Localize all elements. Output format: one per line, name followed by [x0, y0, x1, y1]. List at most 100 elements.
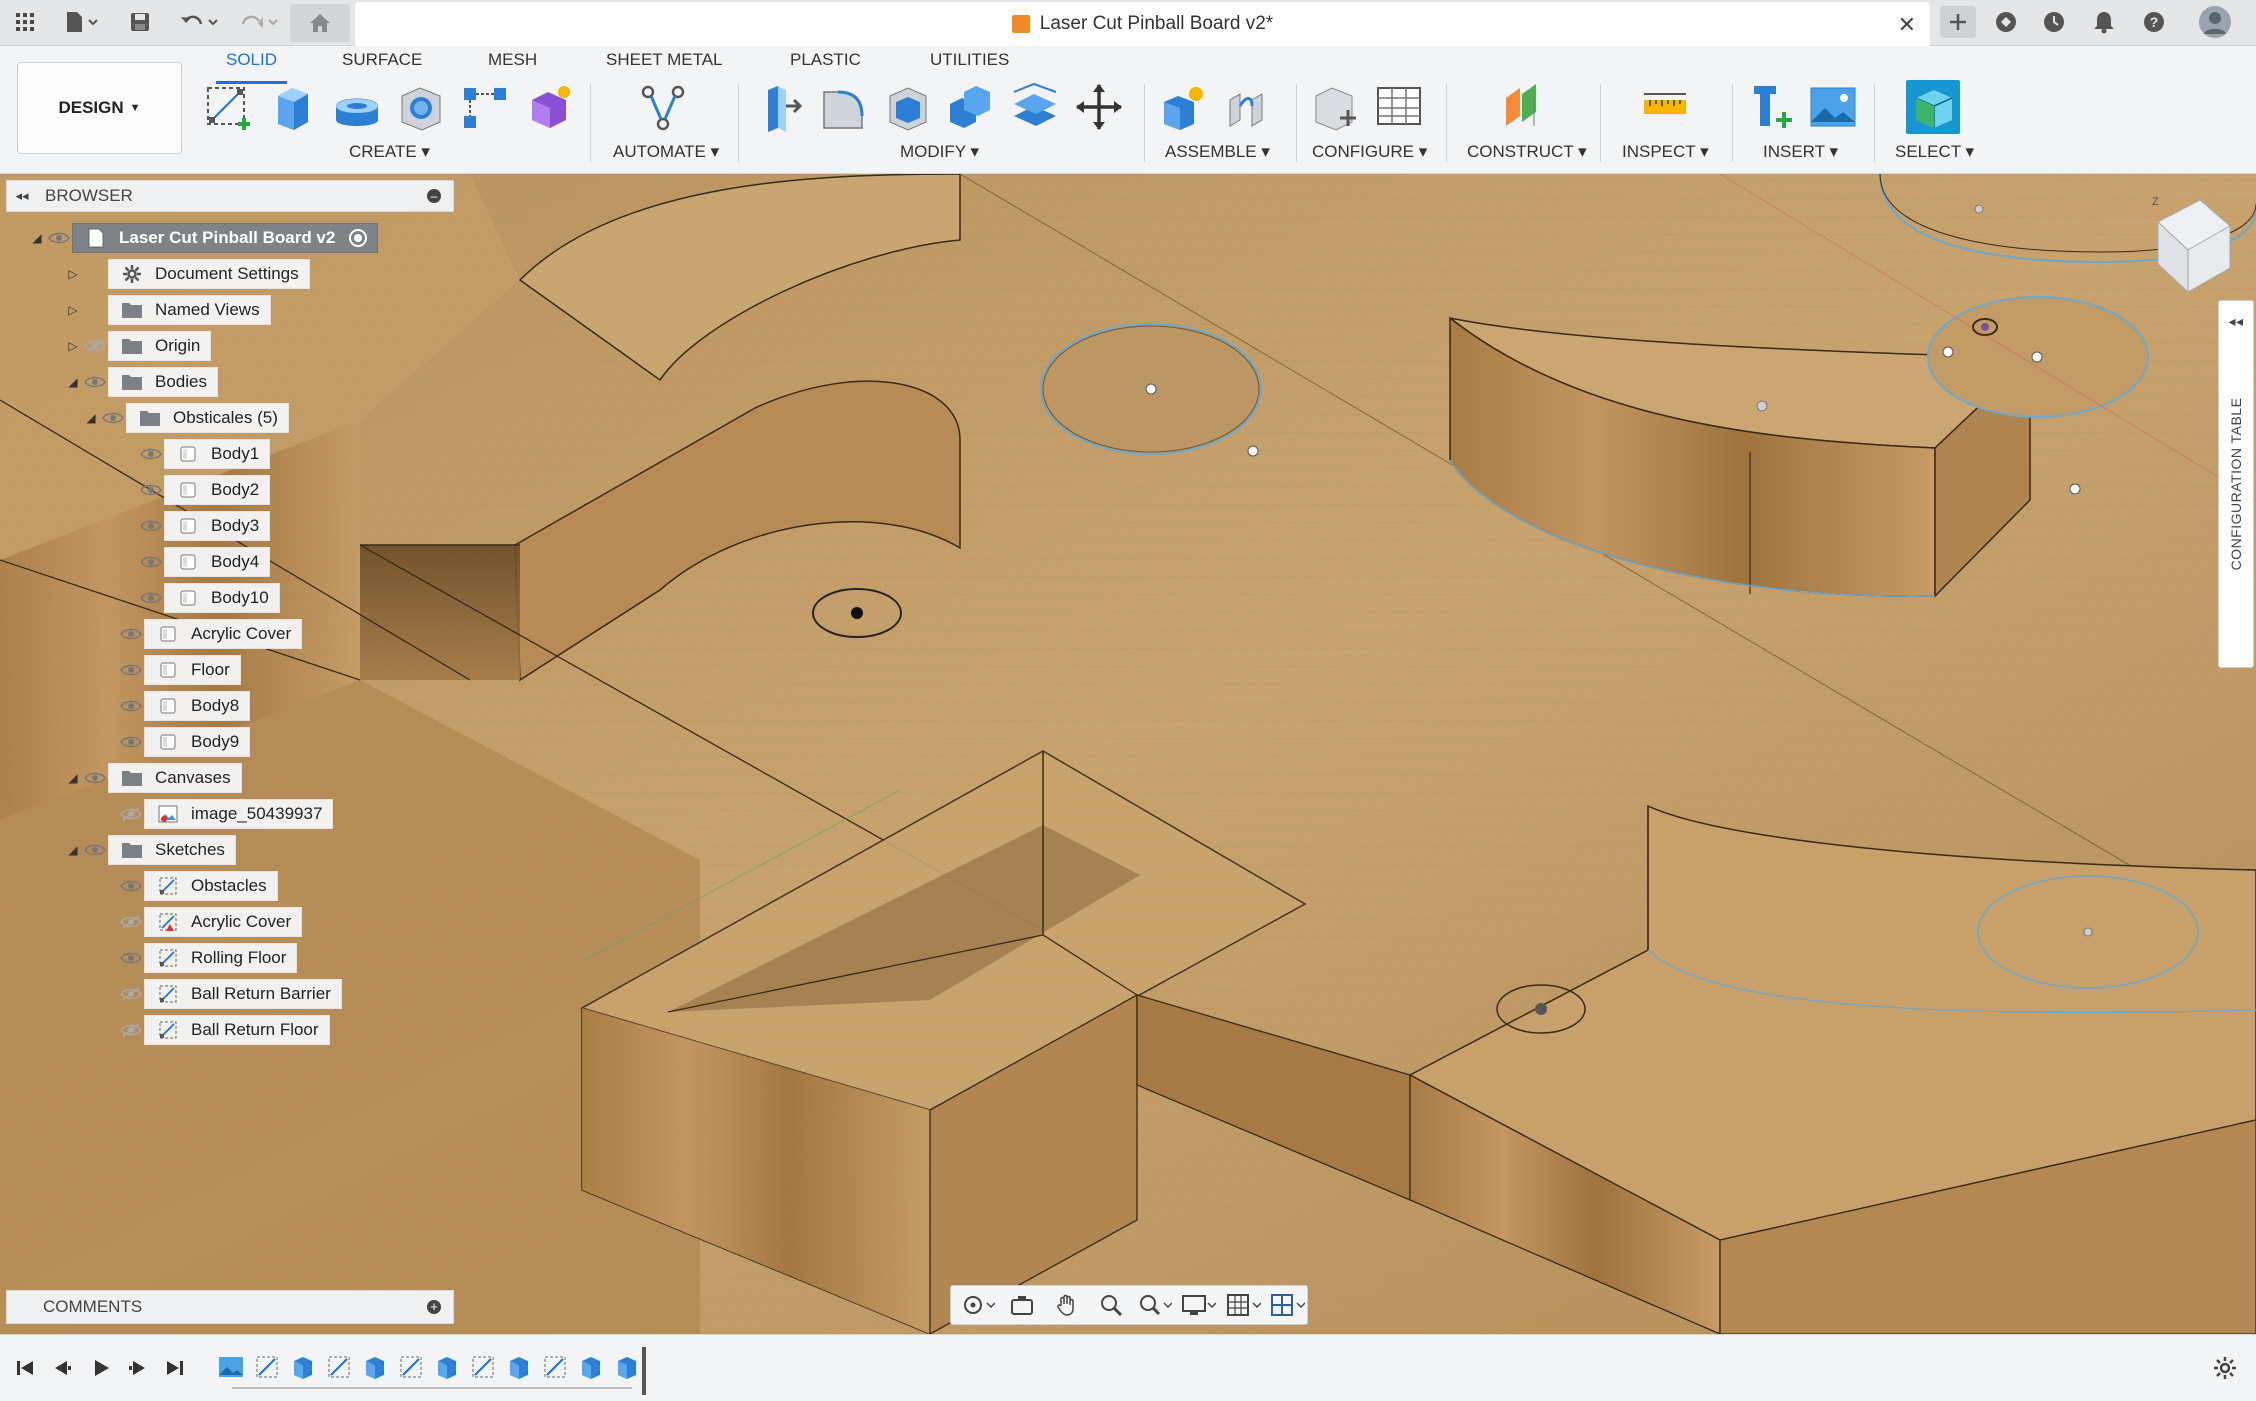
new-tab-icon[interactable] — [1940, 6, 1976, 38]
bell-icon[interactable] — [2088, 6, 2120, 38]
fillet-icon[interactable] — [816, 80, 870, 134]
offset-plane-icon[interactable] — [1498, 80, 1552, 134]
home-icon[interactable] — [290, 4, 350, 42]
expand-toggle-icon[interactable]: ◢ — [28, 231, 46, 245]
visibility-hidden-icon[interactable] — [118, 804, 144, 824]
expand-toggle-icon[interactable]: ◢ — [82, 411, 100, 425]
timeline-extrude-step-icon[interactable] — [506, 1355, 534, 1383]
timeline-marker[interactable] — [642, 1347, 646, 1395]
visibility-eye-icon[interactable] — [118, 948, 144, 968]
visibility-eye-icon[interactable] — [118, 876, 144, 896]
tree-item-box[interactable]: Bodies — [108, 367, 218, 397]
timeline-extrude-step-icon[interactable] — [578, 1355, 606, 1383]
look-at-icon[interactable] — [1003, 1290, 1041, 1320]
browser-item-sketch-acrylic-cover[interactable]: Acrylic Cover — [100, 906, 303, 938]
comments-panel-header[interactable]: COMMENTS + — [6, 1290, 454, 1324]
browser-item-body10[interactable]: Body10 — [120, 582, 280, 614]
grid-settings-icon[interactable] — [1225, 1290, 1263, 1320]
visibility-eye-icon[interactable] — [118, 696, 144, 716]
timeline-extrude-step-icon[interactable] — [362, 1355, 390, 1383]
canvas-viewport[interactable]: Z — [0, 174, 2256, 1334]
collapse-left-icon[interactable]: ◂◂ — [2228, 313, 2243, 330]
insert-canvas-icon[interactable] — [1806, 80, 1860, 134]
tab-mesh[interactable]: MESH — [488, 50, 537, 80]
extrude-icon[interactable] — [266, 80, 320, 134]
tree-item-box[interactable]: Body8 — [144, 691, 251, 721]
browser-item-body8[interactable]: Body8 — [100, 690, 251, 722]
tree-item-box[interactable]: Laser Cut Pinball Board v2 — [72, 223, 379, 253]
visibility-eye-icon[interactable] — [100, 408, 126, 428]
configure-group-label[interactable]: CONFIGURE ▾ — [1312, 142, 1427, 162]
visibility-eye-icon[interactable] — [82, 372, 108, 392]
expand-toggle-icon[interactable]: ◢ — [64, 771, 82, 785]
timeline-sketch-step-icon[interactable] — [254, 1355, 282, 1383]
tab-utilities[interactable]: UTILITIES — [930, 50, 1009, 80]
measure-icon[interactable] — [1638, 80, 1692, 134]
user-avatar-icon[interactable] — [2196, 6, 2234, 38]
play-icon[interactable] — [86, 1353, 116, 1383]
tree-item-box[interactable]: Acrylic Cover — [144, 907, 303, 937]
pattern-icon[interactable] — [458, 80, 512, 134]
browser-item-body2[interactable]: Body2 — [120, 474, 271, 506]
tree-item-box[interactable]: Rolling Floor — [144, 943, 298, 973]
form-icon[interactable] — [522, 80, 576, 134]
tree-item-box[interactable]: Body4 — [164, 547, 271, 577]
visibility-eye-icon[interactable] — [138, 516, 164, 536]
timeline-extrude-step-icon[interactable] — [434, 1355, 462, 1383]
timeline-settings-gear-icon[interactable] — [2210, 1353, 2240, 1383]
tab-plastic[interactable]: PLASTIC — [790, 50, 861, 80]
tree-item-box[interactable]: Origin — [108, 331, 212, 361]
automate-group-label[interactable]: AUTOMATE ▾ — [613, 142, 719, 162]
visibility-eye-icon[interactable] — [138, 444, 164, 464]
configuration-table-panel[interactable]: ◂◂ CONFIGURATION TABLE — [2218, 300, 2254, 668]
assemble-group-label[interactable]: ASSEMBLE ▾ — [1165, 142, 1270, 162]
visibility-hidden-icon[interactable] — [118, 1020, 144, 1040]
tree-item-box[interactable]: image_50439937 — [144, 799, 334, 829]
go-to-start-icon[interactable] — [10, 1353, 40, 1383]
construct-group-label[interactable]: CONSTRUCT ▾ — [1467, 142, 1587, 162]
tree-item-box[interactable]: Ball Return Floor — [144, 1015, 330, 1045]
browser-item-acrylic-cover[interactable]: Acrylic Cover — [100, 618, 303, 650]
tree-item-box[interactable]: Body2 — [164, 475, 271, 505]
undo-icon[interactable] — [176, 6, 222, 38]
visibility-hidden-icon[interactable] — [82, 336, 108, 356]
insert-derive-icon[interactable] — [1744, 80, 1798, 134]
file-icon[interactable] — [60, 6, 104, 38]
tree-item-box[interactable]: Floor — [144, 655, 241, 685]
tree-item-box[interactable]: Canvases — [108, 763, 242, 793]
create-sketch-icon[interactable] — [202, 80, 256, 134]
visibility-eye-icon[interactable] — [118, 732, 144, 752]
tab-sheet-metal[interactable]: SHEET METAL — [606, 50, 723, 80]
go-to-end-icon[interactable] — [160, 1353, 190, 1383]
visibility-eye-icon[interactable] — [138, 588, 164, 608]
visibility-hidden-icon[interactable] — [118, 984, 144, 1004]
browser-item-sketch-obstacles[interactable]: Obstacles — [100, 870, 278, 902]
visibility-eye-icon[interactable] — [118, 624, 144, 644]
expand-toggle-icon[interactable]: ▷ — [64, 267, 82, 281]
configure-icon[interactable] — [1308, 80, 1362, 134]
tree-item-box[interactable]: Document Settings — [108, 259, 310, 289]
workspace-dropdown[interactable]: DESIGN ▼ — [17, 62, 182, 154]
move-copy-icon[interactable] — [1072, 80, 1126, 134]
activate-component-radio[interactable] — [349, 229, 368, 247]
timeline-sketch-step-icon[interactable] — [326, 1355, 354, 1383]
browser-item-floor[interactable]: Floor — [100, 654, 241, 686]
visibility-eye-icon[interactable] — [82, 840, 108, 860]
browser-item-sketch-rolling-floor[interactable]: Rolling Floor — [100, 942, 298, 974]
browser-item-sketch-ball-return-floor[interactable]: Ball Return Floor — [100, 1014, 330, 1046]
browser-item-named-views[interactable]: ▷ Named Views — [64, 294, 271, 326]
add-comment-icon[interactable]: + — [427, 1300, 441, 1314]
pan-hand-icon[interactable] — [1048, 1290, 1086, 1320]
browser-item-origin[interactable]: ▷ Origin — [64, 330, 212, 362]
visibility-eye-icon[interactable] — [138, 552, 164, 572]
browser-item-sketches[interactable]: ◢ Sketches — [64, 834, 236, 866]
browser-item-bodies[interactable]: ◢ Bodies — [64, 366, 218, 398]
inspect-group-label[interactable]: INSPECT ▾ — [1622, 142, 1709, 162]
display-settings-icon[interactable] — [1180, 1290, 1218, 1320]
timeline-extrude-step-icon[interactable] — [290, 1355, 318, 1383]
zoom-icon[interactable] — [1092, 1290, 1130, 1320]
clock-icon[interactable] — [2038, 6, 2070, 38]
redo-icon[interactable] — [236, 6, 282, 38]
tab-solid[interactable]: SOLID — [215, 50, 288, 84]
automate-icon[interactable] — [636, 80, 690, 134]
